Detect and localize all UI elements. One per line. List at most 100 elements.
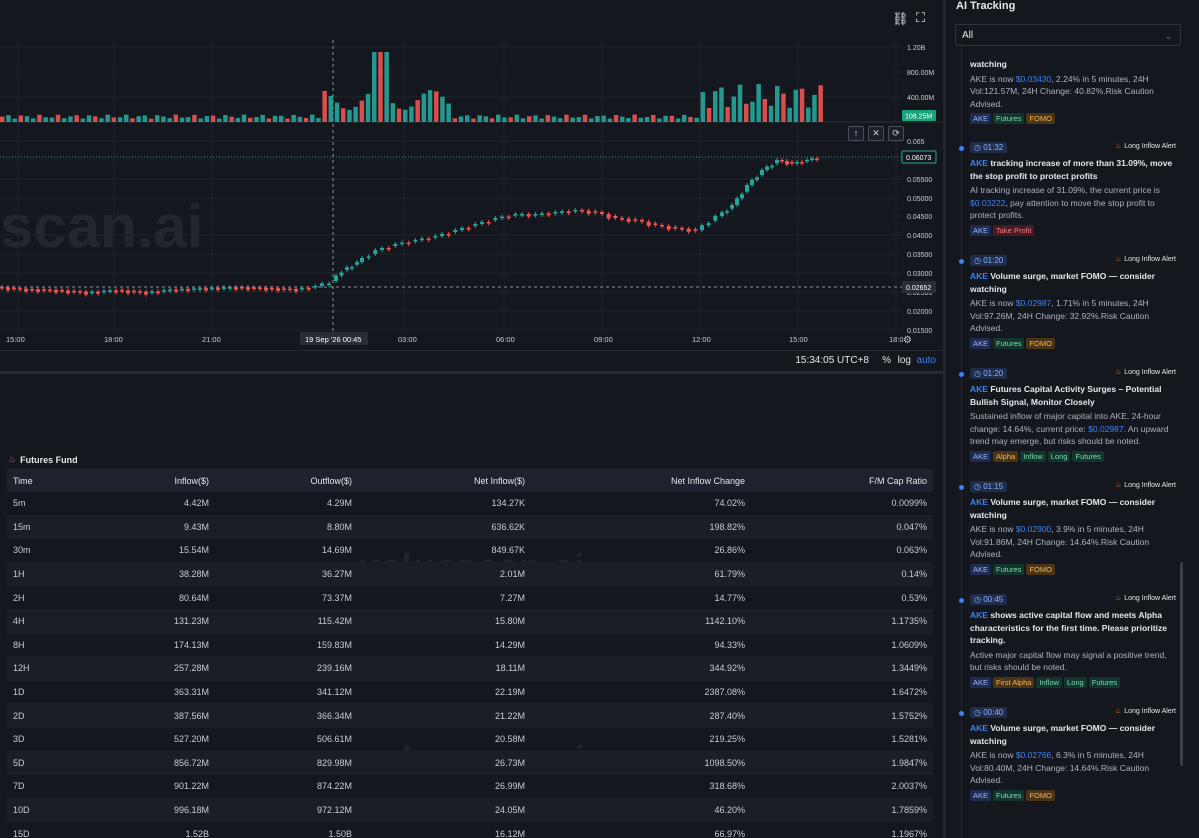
coin-link[interactable]: AKE bbox=[970, 271, 988, 281]
settings-icon[interactable]: ⚙ bbox=[903, 335, 912, 346]
alert-headline: AKE Futures Capital Activity Surges – Po… bbox=[970, 383, 1180, 408]
candle bbox=[780, 160, 784, 162]
cell-net: 18.11M bbox=[358, 656, 531, 681]
alert-time-text: 01:20 bbox=[983, 256, 1004, 265]
table-row: 3D 527.20M 506.61M 20.58M 219.25% 1.5281% bbox=[7, 727, 933, 752]
volume-bar bbox=[427, 90, 433, 122]
table-row: 2D 387.56M 366.34M 21.22M 287.40% 1.5752% bbox=[7, 703, 933, 728]
coin-link[interactable]: AKE bbox=[970, 384, 988, 394]
tag[interactable]: FOMO bbox=[1026, 113, 1055, 124]
candle bbox=[366, 256, 371, 258]
tag[interactable]: Futures bbox=[993, 113, 1025, 124]
ai-tracking-sidebar: AI Tracking All ⌄ watching AKE is now $0.… bbox=[946, 0, 1199, 838]
panel-divider[interactable] bbox=[0, 371, 943, 374]
tag[interactable]: Long bbox=[1047, 450, 1071, 462]
candlestick-chart[interactable]: scan.ai 1.20B 800.00M 400.00M 0.065 0.05500 0.… bbox=[0, 0, 943, 350]
percent-scale-toggle[interactable]: % bbox=[882, 355, 891, 366]
volume-bar bbox=[601, 115, 606, 122]
tag[interactable]: AKE bbox=[970, 113, 992, 124]
tag[interactable]: First Alpha bbox=[993, 676, 1035, 688]
alert-card[interactable]: ◷ 00:40 ♨ Long Inflow Alert AKE Volume surg… bbox=[959, 706, 1180, 801]
volume-bar bbox=[192, 114, 197, 122]
cell-outflow: 239.16M bbox=[215, 656, 358, 681]
alert-headline-text: Futures Capital Activity Surges – Potent… bbox=[970, 384, 1162, 407]
alert-card[interactable]: ◷ 01:32 ♨ Long Inflow Alert AKE tracking in… bbox=[959, 141, 1180, 236]
time-axis-label: 18:0 bbox=[889, 335, 904, 344]
price-axis-label: 0.05500 bbox=[907, 177, 932, 184]
tag[interactable]: Take Profit bbox=[993, 224, 1035, 236]
coin-link[interactable]: AKE bbox=[970, 497, 988, 507]
volume-bar bbox=[204, 116, 210, 122]
alert-card[interactable]: ◷ 00:45 ♨ Long Inflow Alert AKE shows activ… bbox=[959, 593, 1180, 688]
scroll-up-button[interactable]: ↑ bbox=[848, 126, 864, 141]
tag[interactable]: Futures bbox=[993, 789, 1025, 801]
crosshair-price-label: 0.02652 bbox=[906, 285, 931, 292]
tag[interactable]: Alpha bbox=[993, 450, 1019, 462]
tag[interactable]: AKE bbox=[970, 563, 992, 575]
column-header[interactable]: Inflow($) bbox=[87, 469, 215, 492]
alert-card[interactable]: ◷ 01:15 ♨ Long Inflow Alert AKE Volume surg… bbox=[959, 480, 1180, 575]
tag[interactable]: AKE bbox=[970, 676, 992, 688]
coin-link[interactable]: AKE bbox=[970, 158, 988, 168]
tag[interactable]: AKE bbox=[970, 224, 992, 236]
candle bbox=[745, 185, 749, 192]
candle bbox=[168, 289, 172, 292]
tag[interactable]: AKE bbox=[970, 789, 992, 801]
tag[interactable]: FOMO bbox=[1026, 789, 1055, 801]
price-chart-panel[interactable]: scan.ai 1.20B 800.00M 400.00M 0.065 0.05500 0.… bbox=[0, 0, 943, 372]
alert-filter-select[interactable]: All ⌄ bbox=[955, 24, 1181, 46]
link-icon[interactable]: ⛓ bbox=[892, 11, 909, 27]
coin-link[interactable]: AKE bbox=[970, 723, 988, 733]
volume-bar bbox=[310, 114, 315, 122]
feed-scrollbar[interactable] bbox=[1180, 562, 1183, 766]
candle bbox=[693, 229, 698, 231]
cell-outflow: 159.83M bbox=[215, 633, 358, 658]
alert-price: $0.02987 bbox=[1088, 423, 1124, 434]
column-header[interactable]: F/M Cap Ratio bbox=[751, 469, 933, 492]
tag[interactable]: Inflow bbox=[1020, 450, 1046, 462]
tag[interactable]: Long bbox=[1064, 676, 1087, 688]
price-axis-label: 0.03000 bbox=[907, 271, 932, 278]
column-header[interactable]: Net Inflow($) bbox=[358, 469, 531, 492]
alert-time: ◷ 01:20 bbox=[970, 255, 1008, 266]
column-header[interactable]: Time bbox=[7, 469, 87, 492]
chart-footer: 15:34:05 UTC+8 % log auto bbox=[0, 350, 943, 372]
cell-time: 5m bbox=[7, 492, 87, 516]
tag[interactable]: Futures bbox=[1088, 676, 1121, 688]
volume-bar bbox=[155, 115, 160, 122]
candle bbox=[765, 166, 769, 170]
candle bbox=[646, 221, 651, 226]
collapse-button[interactable]: ✕ bbox=[868, 126, 884, 141]
tag[interactable]: AKE bbox=[970, 337, 992, 349]
tag[interactable]: Futures bbox=[993, 337, 1025, 349]
reset-chart-button[interactable]: ⟳ bbox=[888, 126, 904, 141]
candle bbox=[580, 210, 584, 212]
auto-scale-toggle[interactable]: auto bbox=[917, 355, 936, 366]
candle bbox=[606, 214, 611, 219]
table-row: 10D 996.18M 972.12M 24.05M 46.20% 1.7859% bbox=[7, 798, 933, 823]
coin-link[interactable]: AKE bbox=[970, 610, 988, 620]
candle bbox=[473, 224, 478, 226]
tag[interactable]: Futures bbox=[993, 563, 1025, 575]
alert-card[interactable]: ◷ 01:20 ♨ Long Inflow Alert AKE Futures Cap… bbox=[959, 367, 1180, 462]
fire-icon: ♨ bbox=[1114, 143, 1122, 150]
column-header[interactable]: Net Inflow Change bbox=[531, 469, 751, 492]
alert-card[interactable]: ◷ 01:20 ♨ Long Inflow Alert AKE Volume surg… bbox=[959, 254, 1180, 349]
tag[interactable]: AKE bbox=[970, 450, 992, 462]
volume-bar bbox=[409, 106, 414, 122]
tag[interactable]: Futures bbox=[1072, 450, 1104, 462]
timeline-dot bbox=[959, 485, 964, 490]
candle bbox=[613, 216, 618, 218]
alert-card[interactable]: watching AKE is now $0.03430, 2.24% in 5 … bbox=[970, 54, 1180, 124]
cell-net: 849.67K bbox=[358, 538, 531, 563]
fullscreen-icon[interactable]: ⛶ bbox=[916, 10, 925, 26]
alert-feed[interactable]: watching AKE is now $0.03430, 2.24% in 5 … bbox=[946, 46, 1191, 838]
candle bbox=[760, 170, 764, 175]
column-header[interactable]: Outflow($) bbox=[215, 469, 358, 492]
volume-bar bbox=[744, 103, 749, 122]
volume-bar bbox=[471, 118, 476, 122]
tag[interactable]: FOMO bbox=[1026, 337, 1055, 349]
tag[interactable]: Inflow bbox=[1036, 676, 1063, 688]
log-scale-toggle[interactable]: log bbox=[898, 355, 911, 366]
tag[interactable]: FOMO bbox=[1026, 563, 1055, 575]
